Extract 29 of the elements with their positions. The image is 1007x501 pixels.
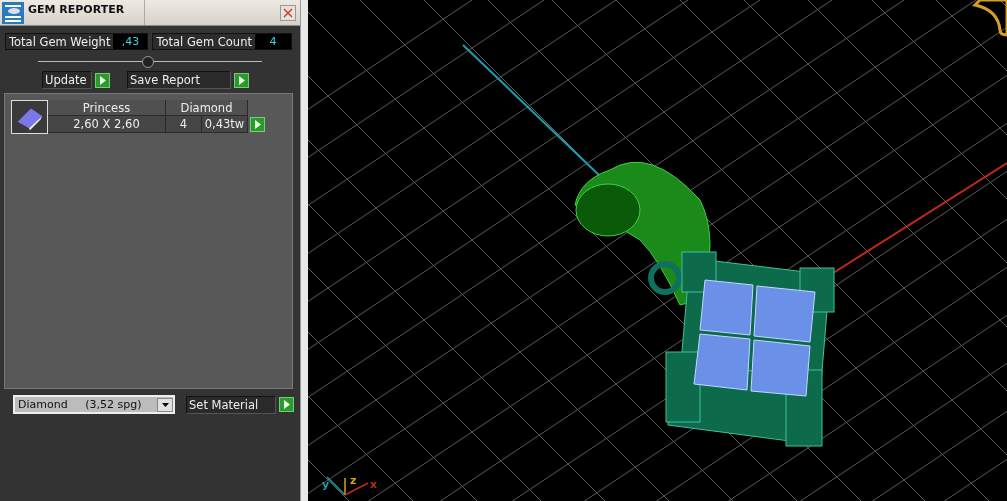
action-button[interactable]: Save Report xyxy=(127,71,231,89)
table-cell: 2,60 X 2,60 xyxy=(48,116,166,133)
ring-drawing xyxy=(973,0,1007,37)
run-button[interactable] xyxy=(234,72,249,88)
window-title: GEM REPORTER xyxy=(28,3,126,16)
play-icon xyxy=(283,400,290,409)
axis-label: x xyxy=(370,478,378,491)
gem-icon xyxy=(11,100,48,134)
total-value: ,43 xyxy=(113,34,148,49)
total-label: Total Gem Count xyxy=(155,34,253,49)
table-cell: 0,43tw xyxy=(202,116,248,133)
caret-icon xyxy=(161,402,169,407)
material-dropdown[interactable]: Diamond (3,52 spg) xyxy=(13,395,175,414)
total-label: Total Gem Weight xyxy=(8,34,112,49)
play-icon xyxy=(99,75,106,85)
splitter-handle[interactable] xyxy=(142,56,154,68)
play-icon xyxy=(254,120,261,129)
set-material-button[interactable]: Set Material xyxy=(186,395,276,414)
table-cell: Diamond xyxy=(166,100,248,116)
axis-label: y xyxy=(322,478,330,491)
total-value: 4 xyxy=(254,34,291,49)
table-cell: Princess xyxy=(48,100,166,116)
action-button[interactable]: Update xyxy=(42,71,92,89)
app-icon xyxy=(2,1,24,24)
run-button[interactable] xyxy=(95,72,110,88)
close-button[interactable] xyxy=(280,4,296,21)
axis-label: z xyxy=(350,474,357,487)
table-cell: 4 xyxy=(166,116,202,133)
play-icon xyxy=(238,75,245,85)
